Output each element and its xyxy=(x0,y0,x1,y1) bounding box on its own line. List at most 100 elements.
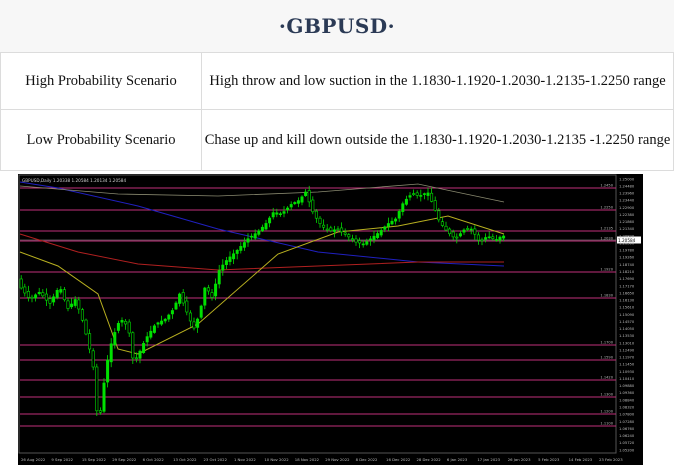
scenario-value: Chase up and kill down outside the 1.183… xyxy=(201,109,674,171)
candle-body xyxy=(131,332,135,359)
candle-body xyxy=(170,310,174,315)
candle-body xyxy=(221,264,225,271)
candle-body xyxy=(91,350,95,368)
candle-body xyxy=(484,237,488,240)
candle-body xyxy=(257,230,261,235)
candle-body xyxy=(178,293,182,304)
y-tick-label: 1.06760 xyxy=(619,427,635,431)
candle-body xyxy=(55,290,59,298)
x-tick-label: 13 Oct 2022 xyxy=(173,457,197,462)
y-tick-label: 1.23440 xyxy=(619,199,635,203)
x-tick-label: 8 Dec 2022 xyxy=(356,457,378,462)
candle-body xyxy=(419,195,423,197)
candle-body xyxy=(242,242,246,248)
y-tick-label: 1.21860 xyxy=(619,220,635,224)
candle-body xyxy=(41,292,45,297)
candle-body xyxy=(268,217,272,224)
candle-body xyxy=(70,303,74,308)
candle-body xyxy=(455,236,459,239)
candle-body xyxy=(343,232,347,235)
y-tick-label: 1.20300 xyxy=(619,241,635,245)
candle-body xyxy=(379,230,383,236)
candle-body xyxy=(311,199,315,213)
candle-body xyxy=(196,318,200,328)
x-tick-label: 23 Feb 2023 xyxy=(599,457,623,462)
candle-body xyxy=(246,238,250,243)
candle-body xyxy=(134,357,138,360)
candle-body xyxy=(336,228,340,231)
candle-body xyxy=(260,226,264,232)
x-tick-label: 29 Sep 2022 xyxy=(112,457,137,462)
level-label: 1.1100 xyxy=(600,422,613,426)
x-tick-label: 5 Feb 2023 xyxy=(538,457,560,462)
candle-body xyxy=(408,195,412,198)
candle-body xyxy=(494,239,498,241)
candle-body xyxy=(422,193,426,195)
candle-body xyxy=(109,343,113,363)
candle-body xyxy=(473,228,477,235)
candle-body xyxy=(296,200,300,204)
candle-body xyxy=(358,240,362,244)
candle-body xyxy=(84,319,88,335)
y-tick-label: 1.10930 xyxy=(619,370,635,374)
y-tick-label: 1.17170 xyxy=(619,284,635,288)
candle-body xyxy=(350,238,354,241)
candle-body xyxy=(156,322,160,325)
candle-body xyxy=(487,236,491,239)
y-tick-label: 1.16130 xyxy=(619,299,635,303)
candle-body xyxy=(163,318,167,322)
y-tick-label: 1.18740 xyxy=(619,263,635,267)
x-tick-label: 29 Nov 2022 xyxy=(325,457,350,462)
x-tick-label: 1 Nov 2022 xyxy=(234,457,256,462)
candle-body xyxy=(372,235,376,241)
candle-body xyxy=(34,294,38,299)
candle-body xyxy=(275,212,279,215)
candle-body xyxy=(214,283,218,297)
x-tick-label: 16 Dec 2022 xyxy=(386,457,411,462)
candle-body xyxy=(293,202,297,205)
candle-body xyxy=(458,233,462,237)
y-tick-label: 1.15090 xyxy=(619,313,635,317)
candle-body xyxy=(404,198,408,205)
candle-body xyxy=(462,229,466,233)
candle-body xyxy=(253,233,257,239)
candle-body xyxy=(264,223,268,230)
candle-body xyxy=(48,298,52,304)
x-tick-label: 18 Nov 2022 xyxy=(295,457,320,462)
candle-body xyxy=(383,226,387,230)
y-tick-label: 1.07280 xyxy=(619,420,635,424)
candle-body xyxy=(77,299,81,310)
candle-body xyxy=(149,330,153,338)
candle-body xyxy=(286,207,290,211)
y-tick-label: 1.24480 xyxy=(619,184,635,188)
y-tick-label: 1.11970 xyxy=(619,356,635,360)
candle-body xyxy=(386,223,390,227)
candle-body xyxy=(62,289,66,301)
candle-body xyxy=(448,228,452,235)
candle-body xyxy=(232,253,236,260)
price-chart-image: GBPUSD,Daily 1.20338 1.20584 1.20134 1.2… xyxy=(18,174,643,465)
y-tick-label: 1.12490 xyxy=(619,348,635,352)
candle-body xyxy=(322,224,326,228)
level-label: 1.2135 xyxy=(600,227,613,231)
candle-body xyxy=(52,296,56,303)
y-tick-label: 1.25000 xyxy=(619,177,635,181)
candle-body xyxy=(401,203,405,212)
candle-body xyxy=(224,260,228,265)
x-tick-label: 6 Oct 2022 xyxy=(143,457,165,462)
table-row: High Probability Scenario High throw and… xyxy=(0,52,674,110)
x-tick-label: 14 Feb 2023 xyxy=(569,457,593,462)
candle-body xyxy=(59,289,63,293)
level-label: 1.1420 xyxy=(600,376,613,380)
candle-body xyxy=(88,333,92,350)
candle-body xyxy=(142,343,146,354)
candle-body xyxy=(66,300,70,309)
candle-body xyxy=(30,296,34,299)
y-tick-label: 1.05200 xyxy=(619,448,635,452)
candle-body xyxy=(480,239,484,242)
y-tick-label: 1.22900 xyxy=(619,206,635,210)
level-label: 1.1590 xyxy=(600,356,613,360)
candle-body xyxy=(491,236,495,239)
y-tick-label: 1.08320 xyxy=(619,406,635,410)
candle-body xyxy=(304,191,308,196)
